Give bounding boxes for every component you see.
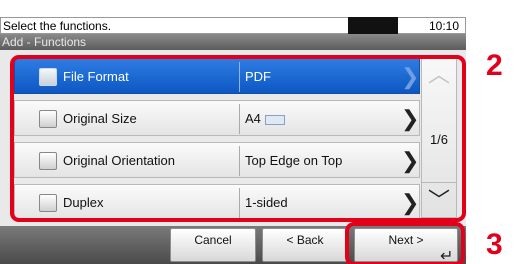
operation-panel-screen: Select the functions. 10:10 Add - Functi…: [0, 0, 466, 264]
screen-subtitle: Add - Functions: [0, 34, 466, 50]
cancel-button[interactable]: Cancel: [170, 228, 256, 262]
status-message: Select the functions.: [0, 17, 348, 34]
back-button[interactable]: < Back: [262, 228, 348, 262]
callout-number-3: 3: [486, 228, 503, 261]
highlight-next: [345, 222, 465, 264]
status-time: 10:10: [398, 17, 466, 34]
callout-number-2: 2: [486, 49, 503, 82]
highlight-list: [10, 55, 466, 222]
